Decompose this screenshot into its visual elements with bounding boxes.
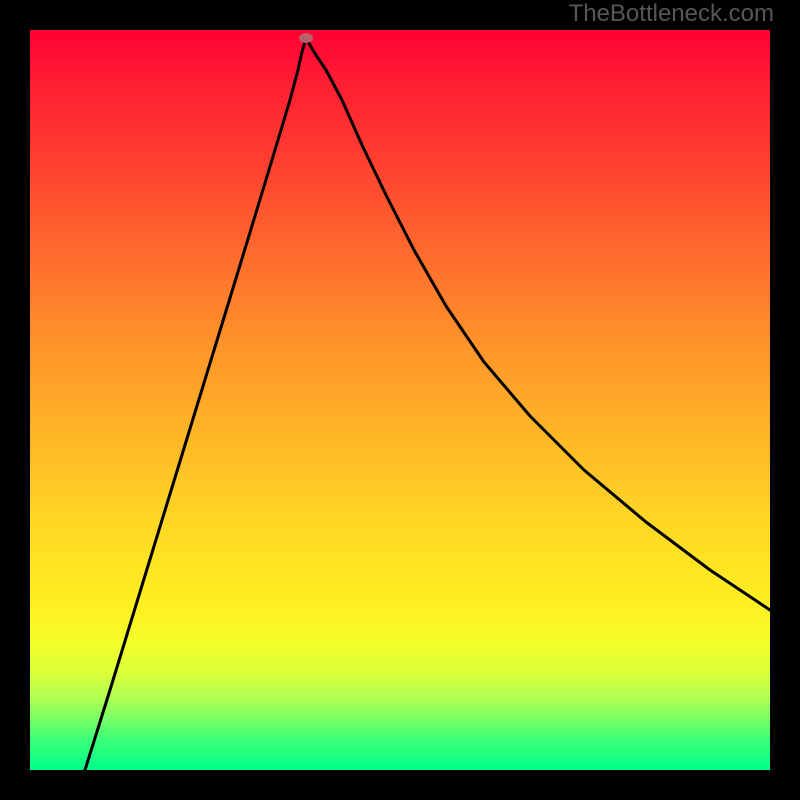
watermark-label: TheBottleneck.com <box>569 0 774 28</box>
plot-area <box>30 30 770 770</box>
bottleneck-curve <box>30 30 770 770</box>
optimal-point-marker <box>299 33 313 43</box>
chart-container: TheBottleneck.com <box>0 0 800 800</box>
